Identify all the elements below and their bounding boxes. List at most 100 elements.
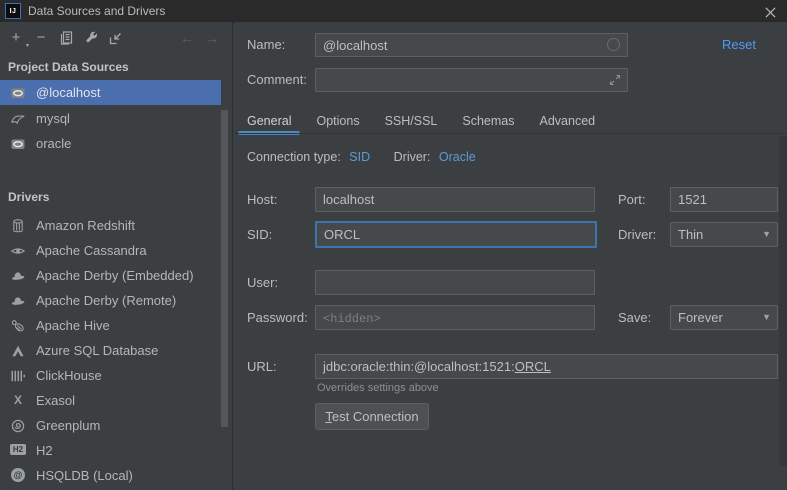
comment-label: Comment: xyxy=(247,68,307,92)
connection-subheader: Connection type: SID Driver: Oracle xyxy=(247,148,476,166)
back-icon[interactable]: ← xyxy=(179,30,195,46)
sid-input[interactable] xyxy=(315,221,597,248)
tab-general[interactable]: General xyxy=(238,108,300,134)
comment-field-wrap xyxy=(315,68,628,92)
driver-item-greenplum[interactable]: Greenplum xyxy=(0,413,221,438)
expand-icon[interactable] xyxy=(608,73,622,87)
item-label: @localhost xyxy=(36,80,101,105)
sidebar-scrollbar-thumb[interactable] xyxy=(221,110,228,427)
host-input[interactable] xyxy=(315,187,595,212)
forward-icon[interactable]: → xyxy=(204,30,220,46)
connection-type-label: Connection type: xyxy=(247,150,341,164)
dropdown-caret-icon: ▾ xyxy=(26,42,29,49)
url-field[interactable]: jdbc:oracle:thin:@localhost:1521:ORCL xyxy=(315,354,778,379)
item-label: Apache Derby (Embedded) xyxy=(36,263,194,288)
driver-item-apache-derby-remote[interactable]: Apache Derby (Remote) xyxy=(0,288,221,313)
driver-item-apache-derby-embedded[interactable]: Apache Derby (Embedded) xyxy=(0,263,221,288)
driver-item-h2[interactable]: H2 H2 xyxy=(0,438,221,463)
chevron-down-icon: ▼ xyxy=(762,223,771,246)
intellij-logo-icon: IJ xyxy=(5,3,21,19)
user-label: User: xyxy=(247,270,278,295)
item-label: mysql xyxy=(36,106,70,131)
remove-icon[interactable]: − xyxy=(33,30,49,46)
password-input[interactable] xyxy=(315,305,595,330)
reset-link[interactable]: Reset xyxy=(722,33,756,57)
dialog-titlebar: IJ Data Sources and Drivers xyxy=(0,0,787,23)
chevron-down-icon: ▼ xyxy=(762,306,771,329)
driver-link[interactable]: Oracle xyxy=(439,150,476,164)
tab-separator xyxy=(235,133,787,134)
url-label: URL: xyxy=(247,354,277,379)
driver-item-exasol[interactable]: XExasol xyxy=(0,388,221,413)
datasource-item-oracle[interactable]: oracle xyxy=(0,131,221,156)
duplicate-icon[interactable] xyxy=(58,30,74,46)
item-label: HSQLDB (Local) xyxy=(36,463,133,488)
dialog-title: Data Sources and Drivers xyxy=(28,0,165,22)
item-label: Apache Derby (Remote) xyxy=(36,288,176,313)
derby-icon xyxy=(10,267,26,283)
save-select-value: Forever xyxy=(678,310,723,325)
driver-select-label: Driver: xyxy=(618,222,656,247)
redshift-icon xyxy=(10,217,26,233)
save-select[interactable]: Forever ▼ xyxy=(670,305,778,330)
oracle-db-icon xyxy=(10,135,26,151)
data-sources-dialog: IJ Data Sources and Drivers +▾− ← → Projec… xyxy=(0,0,787,490)
tab-advanced[interactable]: Advanced xyxy=(531,108,605,134)
datasource-item-localhost[interactable]: @localhost xyxy=(0,80,221,105)
url-prefix: jdbc:oracle:thin:@localhost:1521: xyxy=(323,359,515,374)
hsqldb-icon: @ xyxy=(10,467,26,483)
item-label: oracle xyxy=(36,131,71,156)
comment-input[interactable] xyxy=(316,69,627,91)
derby-icon xyxy=(10,292,26,308)
item-label: Greenplum xyxy=(36,413,100,438)
driver-item-apache-cassandra[interactable]: Apache Cassandra xyxy=(0,238,221,263)
greenplum-icon xyxy=(10,417,26,433)
tab-bar: General Options SSH/SSLSchemas Advanced xyxy=(238,108,604,134)
mysql-dolphin-icon xyxy=(10,110,26,126)
close-icon[interactable] xyxy=(762,4,778,20)
item-label: Apache Hive xyxy=(36,313,110,338)
driver-subheader-label: Driver: xyxy=(394,150,431,164)
url-hint: Overrides settings above xyxy=(317,382,439,394)
item-label: H2 xyxy=(36,438,53,463)
name-input[interactable] xyxy=(316,34,627,56)
sid-label: SID: xyxy=(247,221,272,248)
tab-ssh-ssl[interactable]: SSH/SSL xyxy=(376,108,447,134)
driver-item-hsqldb-local[interactable]: @ HSQLDB (Local) xyxy=(0,463,221,488)
azure-sql-icon xyxy=(10,342,26,358)
cassandra-icon xyxy=(10,242,26,258)
wrench-icon[interactable] xyxy=(83,30,99,46)
item-label: ClickHouse xyxy=(36,363,102,388)
driver-item-amazon-redshift[interactable]: Amazon Redshift xyxy=(0,213,221,238)
driver-select[interactable]: Thin ▼ xyxy=(670,222,778,247)
item-label: Azure SQL Database xyxy=(36,338,158,363)
port-input[interactable] xyxy=(670,187,778,212)
url-highlight: ORCL xyxy=(515,359,551,374)
tab-schemas[interactable]: Schemas xyxy=(453,108,523,134)
test-connection-button[interactable]: Test Connection xyxy=(315,403,429,430)
sidebar-toolbar: +▾− ← → xyxy=(0,27,232,49)
sidebar: +▾− ← → Project Data Sources @localhostmysq… xyxy=(0,22,233,490)
main-scrollbar-track[interactable] xyxy=(779,136,787,466)
oracle-db-icon xyxy=(10,84,26,100)
driver-item-apache-hive[interactable]: Apache Hive xyxy=(0,313,221,338)
hive-icon xyxy=(10,317,26,333)
h2-icon: H2 xyxy=(10,442,26,458)
tab-options[interactable]: Options xyxy=(307,108,368,134)
port-label: Port: xyxy=(618,187,645,212)
name-label: Name: xyxy=(247,33,285,57)
settings-panel: Name: Reset Comment: General Options SSH/S… xyxy=(235,22,787,490)
driver-item-clickhouse[interactable]: ClickHouse xyxy=(0,363,221,388)
add-icon[interactable]: +▾ xyxy=(8,30,24,46)
datasource-item-mysql[interactable]: mysql xyxy=(0,106,221,131)
section-header: Project Data Sources xyxy=(8,57,129,77)
save-select-label: Save: xyxy=(618,305,651,330)
password-label: Password: xyxy=(247,305,308,330)
import-icon[interactable] xyxy=(108,30,124,46)
user-input[interactable] xyxy=(315,270,595,295)
connection-type-link[interactable]: SID xyxy=(349,150,370,164)
clickhouse-icon xyxy=(10,367,26,383)
refresh-circle-icon xyxy=(607,38,620,51)
button-rest: est Connection xyxy=(332,409,419,424)
driver-item-azure-sql-database[interactable]: Azure SQL Database xyxy=(0,338,221,363)
